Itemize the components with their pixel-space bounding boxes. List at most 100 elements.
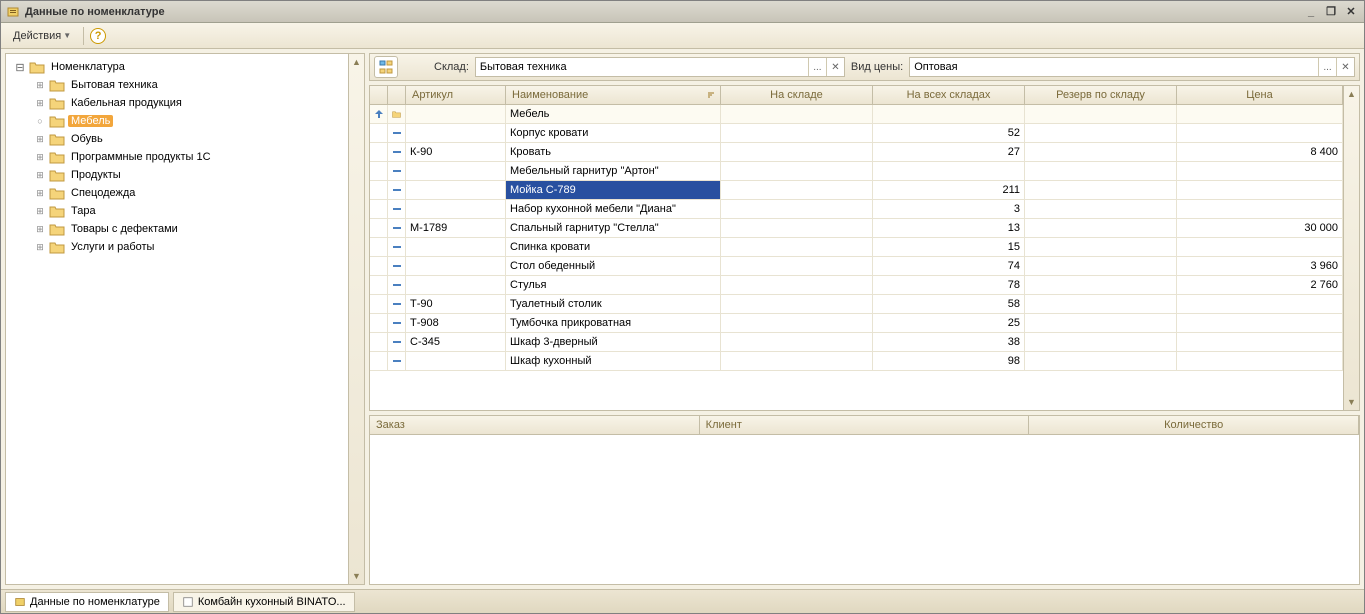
tree-item[interactable]: ⊞Услуги и работы bbox=[10, 238, 360, 256]
col-icon[interactable] bbox=[388, 86, 406, 104]
cell-reserve bbox=[1025, 314, 1177, 332]
scroll-down-icon[interactable]: ▼ bbox=[349, 568, 364, 584]
cell-allstock: 98 bbox=[873, 352, 1025, 370]
col-client[interactable]: Клиент bbox=[700, 416, 1030, 434]
cell-price: 8 400 bbox=[1177, 143, 1343, 161]
folder-icon bbox=[49, 240, 65, 254]
expand-icon[interactable]: ⊞ bbox=[34, 188, 46, 199]
scroll-up-icon[interactable]: ▲ bbox=[349, 54, 364, 70]
col-reserve[interactable]: Резерв по складу bbox=[1025, 86, 1177, 104]
table-row[interactable]: К-90Кровать278 400 bbox=[370, 143, 1343, 162]
item-icon bbox=[388, 295, 406, 313]
scrollbar-track[interactable] bbox=[349, 70, 364, 568]
table-row[interactable]: Корпус кровати52 bbox=[370, 124, 1343, 143]
scroll-up-icon[interactable]: ▲ bbox=[1344, 86, 1359, 102]
cell-reserve bbox=[1025, 181, 1177, 199]
cell-artikul bbox=[406, 257, 506, 275]
expand-icon[interactable]: ⊞ bbox=[34, 80, 46, 91]
group-name: Мебель bbox=[506, 105, 721, 123]
table-row[interactable]: Мойка С-789211 bbox=[370, 181, 1343, 200]
tree-item[interactable]: ⊞Обувь bbox=[10, 130, 360, 148]
statusbar-tab-active[interactable]: Данные по номенклатуре bbox=[5, 592, 169, 612]
col-name[interactable]: Наименование bbox=[506, 86, 721, 104]
cell-reserve bbox=[1025, 238, 1177, 256]
sklad-field[interactable]: Бытовая техника ... ✕ bbox=[475, 57, 845, 77]
tree-item[interactable]: ⊞Продукты bbox=[10, 166, 360, 184]
cell-artikul bbox=[406, 124, 506, 142]
actions-label: Действия bbox=[13, 30, 61, 42]
cell-stock bbox=[721, 314, 873, 332]
table-row[interactable]: Шкаф кухонный98 bbox=[370, 352, 1343, 371]
scroll-down-icon[interactable]: ▼ bbox=[1344, 394, 1359, 410]
cell-price bbox=[1177, 124, 1343, 142]
expand-icon[interactable]: ⊞ bbox=[34, 206, 46, 217]
clear-button[interactable]: ✕ bbox=[1336, 58, 1354, 76]
collapse-icon[interactable]: ⊟ bbox=[14, 61, 26, 74]
expand-icon[interactable]: ⊞ bbox=[34, 242, 46, 253]
cell-stock bbox=[721, 124, 873, 142]
scrollbar-track[interactable] bbox=[1344, 102, 1359, 394]
tree-item[interactable]: ⊞Товары с дефектами bbox=[10, 220, 360, 238]
table-row[interactable]: Т-90Туалетный столик58 bbox=[370, 295, 1343, 314]
hierarchy-button[interactable] bbox=[374, 56, 398, 78]
table-row[interactable]: Стулья782 760 bbox=[370, 276, 1343, 295]
cell-stock bbox=[721, 257, 873, 275]
cell-artikul: М-1789 bbox=[406, 219, 506, 237]
minimize-button[interactable]: _ bbox=[1302, 4, 1320, 20]
tree-item[interactable]: ⊞ Спецодежда bbox=[10, 184, 360, 202]
select-button[interactable]: ... bbox=[1318, 58, 1336, 76]
col-marker[interactable] bbox=[370, 86, 388, 104]
table-row[interactable]: Набор кухонной мебели "Диана"3 bbox=[370, 200, 1343, 219]
select-button[interactable]: ... bbox=[808, 58, 826, 76]
col-order[interactable]: Заказ bbox=[370, 416, 700, 434]
table-row[interactable]: Спинка кровати15 bbox=[370, 238, 1343, 257]
statusbar-tab[interactable]: Комбайн кухонный BINATO... bbox=[173, 592, 355, 612]
cell-artikul bbox=[406, 238, 506, 256]
clear-button[interactable]: ✕ bbox=[826, 58, 844, 76]
table-row[interactable]: М-1789Спальный гарнитур "Стелла"1330 000 bbox=[370, 219, 1343, 238]
cell-reserve bbox=[1025, 162, 1177, 180]
titlebar: Данные по номенклатуре _ ❐ ✕ bbox=[1, 1, 1364, 23]
price-value: Оптовая bbox=[910, 61, 1318, 73]
cell-reserve bbox=[1025, 143, 1177, 161]
item-icon bbox=[388, 333, 406, 351]
orders-grid-header: Заказ Клиент Количество bbox=[370, 416, 1359, 435]
tree-item[interactable]: ⊞Тара bbox=[10, 202, 360, 220]
col-stock[interactable]: На складе bbox=[721, 86, 873, 104]
col-allstock[interactable]: На всех складах bbox=[873, 86, 1025, 104]
expand-icon[interactable]: ⊞ bbox=[34, 152, 46, 163]
tree-item[interactable]: ⊞Программные продукты 1С bbox=[10, 148, 360, 166]
price-label: Вид цены: bbox=[851, 61, 903, 73]
cell-name: Туалетный столик bbox=[506, 295, 721, 313]
tree-root[interactable]: ⊟ Номенклатура bbox=[10, 58, 360, 76]
folder-icon bbox=[388, 105, 406, 123]
expand-icon[interactable]: ⊞ bbox=[34, 98, 46, 109]
expand-icon[interactable]: ⊞ bbox=[34, 134, 46, 145]
maximize-button[interactable]: ❐ bbox=[1322, 4, 1340, 20]
table-row[interactable]: С-345Шкаф 3-дверный38 bbox=[370, 333, 1343, 352]
help-button[interactable]: ? bbox=[90, 28, 106, 44]
expand-icon[interactable]: ⊞ bbox=[34, 170, 46, 181]
table-row[interactable]: Т-908Тумбочка прикроватная25 bbox=[370, 314, 1343, 333]
col-qty[interactable]: Количество bbox=[1029, 416, 1359, 434]
table-group-row[interactable]: Мебель bbox=[370, 105, 1343, 124]
actions-menu-button[interactable]: Действия ▼ bbox=[7, 28, 77, 44]
tree-item[interactable]: ○ Мебель bbox=[10, 112, 360, 130]
table-row[interactable]: Мебельный гарнитур "Артон" bbox=[370, 162, 1343, 181]
cell-stock bbox=[721, 352, 873, 370]
cell-price bbox=[1177, 162, 1343, 180]
table-row[interactable]: Стол обеденный743 960 bbox=[370, 257, 1343, 276]
price-field[interactable]: Оптовая ... ✕ bbox=[909, 57, 1355, 77]
level-up-icon[interactable] bbox=[370, 105, 388, 123]
tree-item-label: Спецодежда bbox=[68, 187, 138, 199]
tree-item[interactable]: ⊞Кабельная продукция bbox=[10, 94, 360, 112]
col-artikul[interactable]: Артикул bbox=[406, 86, 506, 104]
expand-icon[interactable]: ⊞ bbox=[34, 224, 46, 235]
sklad-value: Бытовая техника bbox=[476, 61, 808, 73]
expand-icon[interactable]: ○ bbox=[34, 116, 46, 126]
close-button[interactable]: ✕ bbox=[1342, 4, 1360, 20]
cell-price bbox=[1177, 333, 1343, 351]
tree-item[interactable]: ⊞Бытовая техника bbox=[10, 76, 360, 94]
tree-item-label: Мебель bbox=[68, 115, 113, 127]
col-price[interactable]: Цена bbox=[1177, 86, 1343, 104]
